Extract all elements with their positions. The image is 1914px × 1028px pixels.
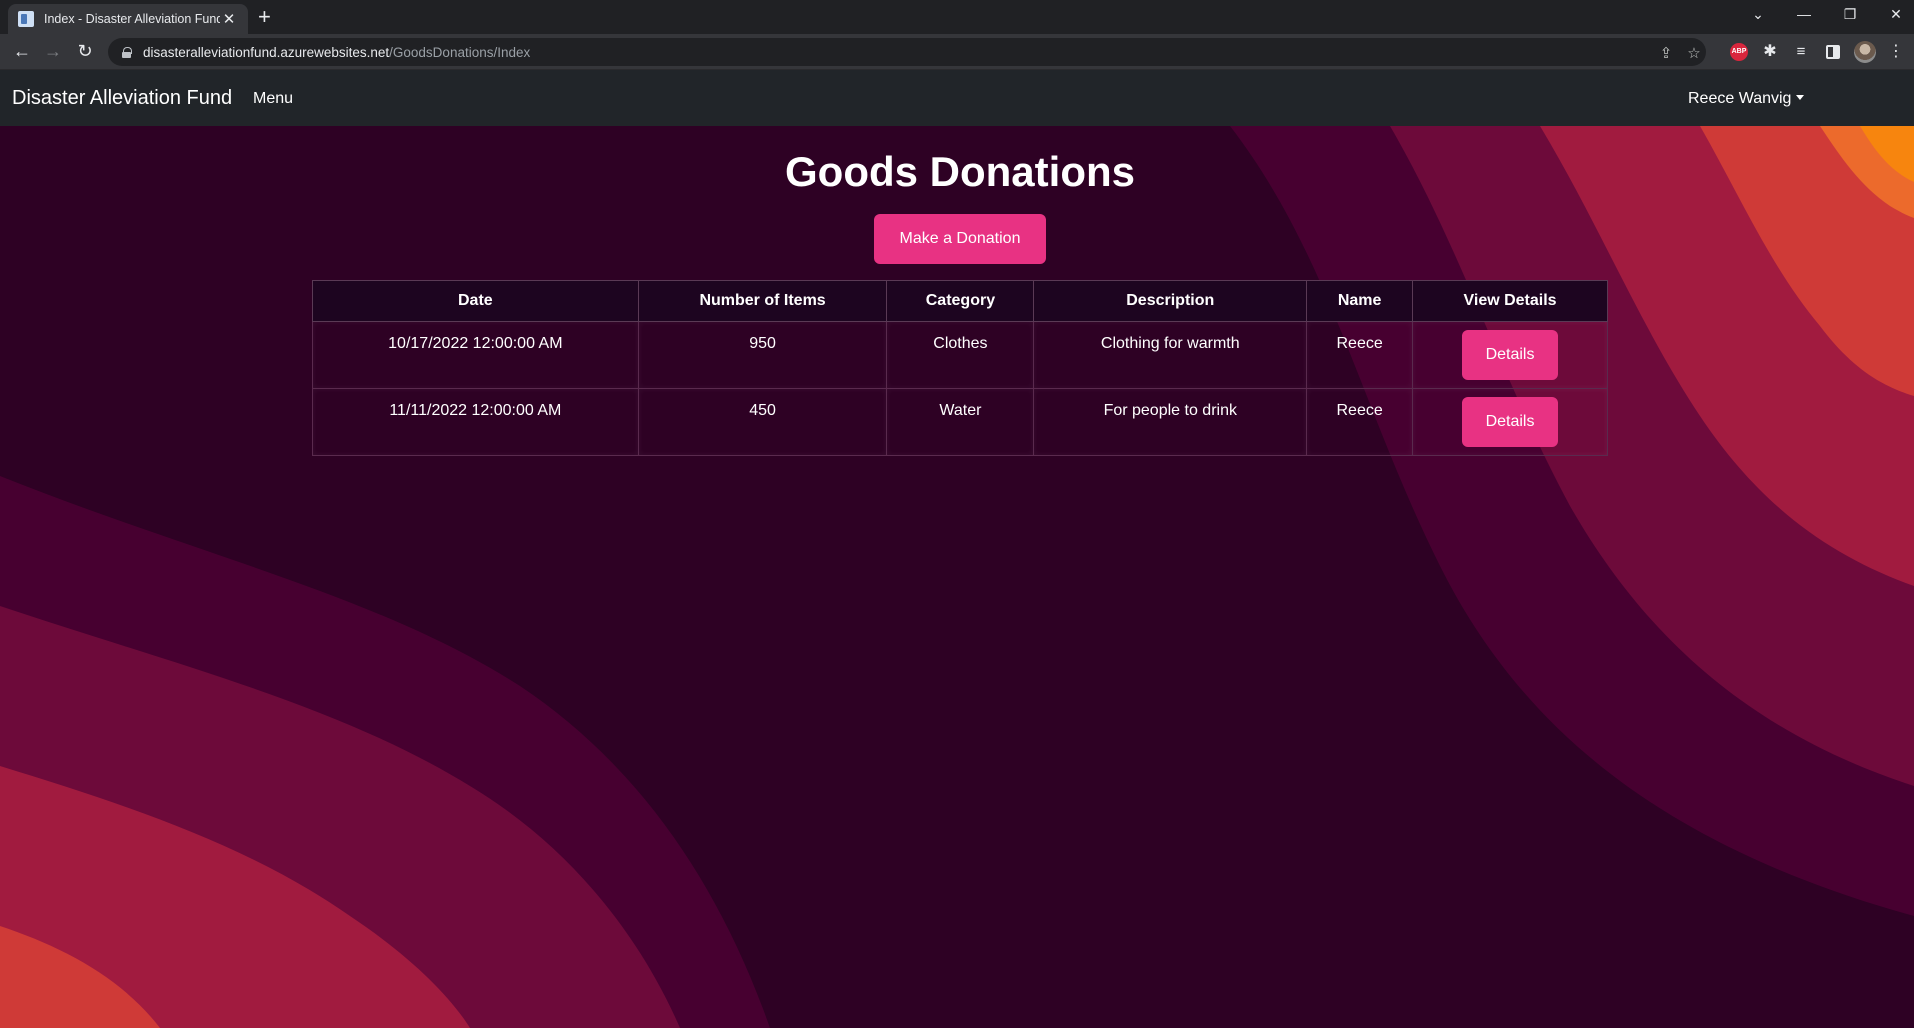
- brand-link[interactable]: Disaster Alleviation Fund: [12, 87, 232, 110]
- make-donation-button[interactable]: Make a Donation: [874, 214, 1046, 264]
- cell-number-of-items: 450: [637, 388, 888, 456]
- cell-date: 11/11/2022 12:00:00 AM: [312, 388, 639, 456]
- cell-view-details: Details: [1412, 321, 1608, 389]
- column-header-name: Name: [1306, 280, 1414, 322]
- column-header-number-of-items: Number of Items: [637, 280, 888, 322]
- minimize-icon[interactable]: —: [1794, 6, 1814, 22]
- donations-table: Date Number of Items Category Descriptio…: [312, 280, 1608, 456]
- cell-number-of-items: 950: [637, 321, 888, 389]
- page-favicon-icon: [18, 11, 34, 27]
- page-title: Goods Donations: [785, 148, 1135, 195]
- close-tab-icon[interactable]: ✕: [220, 10, 238, 28]
- column-header-date: Date: [312, 280, 639, 322]
- extensions-puzzle-icon[interactable]: ✱: [1761, 43, 1779, 61]
- browser-tabstrip: Index - Disaster Alleviation Fund ✕ + ⌄ …: [0, 0, 1914, 34]
- site-navbar: Disaster Alleviation Fund Menu Reece Wan…: [0, 70, 1914, 126]
- browser-toolbar: ← → ↻ disasteralleviationfund.azurewebsi…: [0, 34, 1914, 70]
- user-name: Reece Wanvig: [1688, 90, 1792, 107]
- lock-icon: [122, 46, 132, 58]
- cell-category: Water: [886, 388, 1035, 456]
- forward-icon[interactable]: →: [41, 40, 65, 62]
- chrome-menu-icon[interactable]: ⋮: [1887, 43, 1905, 61]
- address-bar[interactable]: disasteralleviationfund.azurewebsites.ne…: [108, 38, 1706, 66]
- caret-down-icon: [1796, 95, 1805, 100]
- url-path: /GoodsDonations/Index: [389, 44, 531, 60]
- details-button[interactable]: Details: [1462, 330, 1559, 380]
- tab-search-icon[interactable]: ⌄: [1748, 6, 1768, 23]
- share-icon[interactable]: ⇪: [1656, 44, 1676, 62]
- table-row: 10/17/2022 12:00:00 AM 950 Clothes Cloth…: [312, 321, 1608, 389]
- cell-name: Reece: [1306, 388, 1414, 456]
- page-content: Goods Donations Make a Donation Date Num…: [0, 126, 1914, 1028]
- cell-view-details: Details: [1412, 388, 1608, 456]
- side-panel-icon[interactable]: [1826, 45, 1840, 59]
- cell-description: Clothing for warmth: [1033, 321, 1308, 389]
- tab-title: Index - Disaster Alleviation Fund: [44, 12, 220, 26]
- user-dropdown[interactable]: Reece Wanvig: [1688, 90, 1805, 108]
- table-row: 11/11/2022 12:00:00 AM 450 Water For peo…: [312, 388, 1608, 456]
- nav-menu-link[interactable]: Menu: [253, 90, 293, 108]
- column-header-view-details: View Details: [1412, 280, 1608, 322]
- column-header-description: Description: [1033, 280, 1308, 322]
- cell-date: 10/17/2022 12:00:00 AM: [312, 321, 639, 389]
- column-header-category: Category: [886, 280, 1035, 322]
- cell-name: Reece: [1306, 321, 1414, 389]
- adblock-extension-icon[interactable]: ABP: [1730, 43, 1748, 61]
- browser-tab[interactable]: Index - Disaster Alleviation Fund ✕: [8, 4, 248, 34]
- restore-icon[interactable]: ❐: [1840, 6, 1860, 23]
- close-window-icon[interactable]: ✕: [1886, 6, 1906, 23]
- url-domain: disasteralleviationfund.azurewebsites.ne…: [143, 44, 390, 60]
- cell-category: Clothes: [886, 321, 1035, 389]
- details-button[interactable]: Details: [1462, 397, 1559, 447]
- cell-description: For people to drink: [1033, 388, 1308, 456]
- url-text: disasteralleviationfund.azurewebsites.ne…: [143, 45, 530, 60]
- media-queue-icon[interactable]: ≡: [1792, 43, 1810, 61]
- table-header-row: Date Number of Items Category Descriptio…: [312, 280, 1608, 322]
- back-icon[interactable]: ←: [10, 40, 34, 62]
- bookmark-star-icon[interactable]: ☆: [1684, 44, 1704, 62]
- reload-icon[interactable]: ↻: [73, 40, 97, 62]
- profile-avatar[interactable]: [1854, 41, 1876, 63]
- new-tab-icon[interactable]: +: [258, 5, 271, 29]
